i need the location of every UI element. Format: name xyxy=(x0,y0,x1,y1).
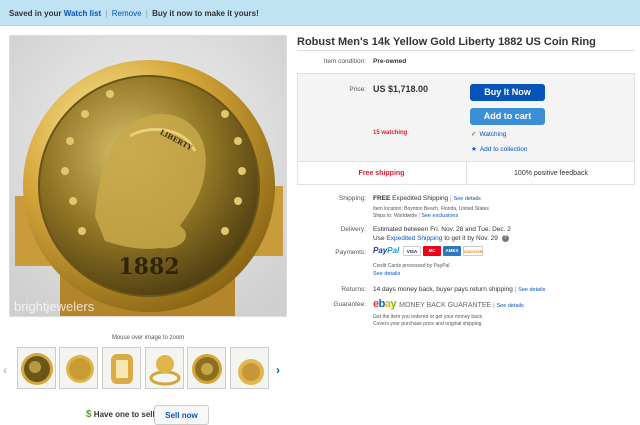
coin-ring-image: 1882 LIBERTY xyxy=(10,36,286,316)
info-icon[interactable]: ? xyxy=(501,235,509,242)
returns-text: 14 days money back, buyer pays return sh… xyxy=(373,286,513,293)
thumbnail-4[interactable] xyxy=(145,347,184,389)
ships-to: Ships to: Worldwide | See exclusions xyxy=(373,213,458,219)
paypal-logo-icon: PayPal xyxy=(373,246,400,255)
ebay-logo-icon: ebay xyxy=(373,298,397,310)
thumbnail-5[interactable] xyxy=(187,347,226,389)
dollar-icon: $ xyxy=(86,409,92,420)
banner-separator: | xyxy=(105,9,108,18)
payments-see-details-link[interactable]: See details xyxy=(373,271,400,277)
delivery-use-suffix: to get it by Nov. 29 xyxy=(444,235,498,243)
add-collection-label: Add to collection xyxy=(479,146,528,153)
title-divider xyxy=(297,50,635,51)
sell-prompt: $ Have one to sell? xyxy=(86,409,160,420)
delivery-label: Delivery: xyxy=(340,226,366,233)
see-exclusions-link[interactable]: See exclusions xyxy=(421,213,458,219)
guarantee-line-1: Get the item you ordered or get your mon… xyxy=(373,314,484,320)
thumbnail-6[interactable] xyxy=(230,347,269,389)
free-shipping-badge: Free shipping xyxy=(358,170,405,177)
item-title: Robust Men's 14k Yellow Gold Liberty 188… xyxy=(297,36,596,48)
returns-see-details-link[interactable]: See details xyxy=(518,287,545,293)
sell-prompt-text: Have one to sell? xyxy=(93,410,160,419)
delivery-use-prefix: Use xyxy=(373,235,385,243)
banner-saved-text: Saved in your xyxy=(9,9,62,18)
returns-label: Returns: xyxy=(341,286,366,293)
expedited-shipping-link[interactable]: Expedited Shipping xyxy=(386,235,442,242)
shipping-method: Expedited Shipping xyxy=(392,195,449,202)
separator: | xyxy=(514,286,517,293)
image-watermark: brightjewelers xyxy=(14,299,95,314)
star-icon: ★ xyxy=(471,146,477,153)
ships-to-text: Ships to: Worldwide xyxy=(373,213,418,219)
price-label: Price: xyxy=(349,86,366,93)
watching-link[interactable]: ✓ Watching xyxy=(471,130,506,138)
saved-banner: Saved in your Watch list | Remove | Buy … xyxy=(0,0,640,26)
thumbnail-next-arrow-icon[interactable]: › xyxy=(276,363,280,377)
condition-value: Pre-owned xyxy=(373,58,407,65)
coin-year: 1882 xyxy=(118,254,179,280)
watching-count: 15 watching xyxy=(373,130,408,136)
sell-now-button[interactable]: Sell now xyxy=(154,405,209,425)
banner-buy-text: Buy it now to make it yours! xyxy=(152,9,259,18)
watching-link-label: Watching xyxy=(479,131,507,138)
returns-value: 14 days money back, buyer pays return sh… xyxy=(373,286,545,293)
buy-it-now-button[interactable]: Buy It Now xyxy=(470,84,545,101)
thumbnail-3[interactable] xyxy=(102,347,141,389)
shipping-free: FREE xyxy=(373,195,391,202)
banner-separator: | xyxy=(145,9,148,18)
visa-icon: VISA xyxy=(403,246,422,257)
guarantee-line-2: Covers your purchase price and original … xyxy=(373,321,483,327)
watchlist-link[interactable]: Watch list xyxy=(64,9,101,18)
thumbnail-1[interactable] xyxy=(17,347,56,389)
thumbnail-strip: ‹ › xyxy=(0,347,296,393)
payment-methods: PayPal VISA MC AMEX DISCOVER xyxy=(373,246,484,257)
item-location: Item location: Boynton Beach, Florida, U… xyxy=(373,206,489,212)
shipping-value: FREE Expedited Shipping | See details xyxy=(373,195,481,202)
money-back-guarantee: MONEY BACK GUARANTEE xyxy=(399,302,492,309)
add-to-collection-link[interactable]: ★ Add to collection xyxy=(471,145,528,153)
guarantee-label: Guarantee: xyxy=(333,301,366,308)
thumbnail-prev-arrow-icon[interactable]: ‹ xyxy=(3,363,7,377)
guarantee-value: ebay MONEY BACK GUARANTEE | See details xyxy=(373,298,524,310)
delivery-expedite: Use Expedited Shipping to get it by Nov.… xyxy=(373,235,509,242)
payments-label: Payments: xyxy=(335,249,366,256)
separator: | xyxy=(449,195,452,202)
remove-link[interactable]: Remove xyxy=(112,9,142,18)
main-product-image[interactable]: 1882 LIBERTY brightjewelers xyxy=(9,35,287,317)
checkmark-icon: ✓ xyxy=(471,131,477,138)
delivery-estimate: Estimated between Fri. Nov. 28 and Tue. … xyxy=(373,226,511,233)
thumbnail-2[interactable] xyxy=(59,347,98,389)
separator: | xyxy=(418,213,420,219)
mastercard-icon: MC xyxy=(423,246,442,257)
amex-icon: AMEX xyxy=(443,246,462,257)
zoom-hint: Mouse over image to zoom xyxy=(111,335,185,341)
card-processing-note: Credit Cards processed by PayPal xyxy=(373,263,450,269)
add-to-cart-button[interactable]: Add to cart xyxy=(470,108,545,125)
shipping-see-details-link[interactable]: See details xyxy=(454,196,481,202)
item-price: US $1,718.00 xyxy=(373,84,429,94)
separator: | xyxy=(492,302,495,309)
condition-label: Item condition: xyxy=(323,58,366,65)
shipping-label: Shipping: xyxy=(338,195,366,202)
discover-icon: DISCOVER xyxy=(463,246,484,257)
guarantee-see-details-link[interactable]: See details xyxy=(497,303,524,309)
seller-feedback: 100% positive feedback xyxy=(514,170,588,177)
